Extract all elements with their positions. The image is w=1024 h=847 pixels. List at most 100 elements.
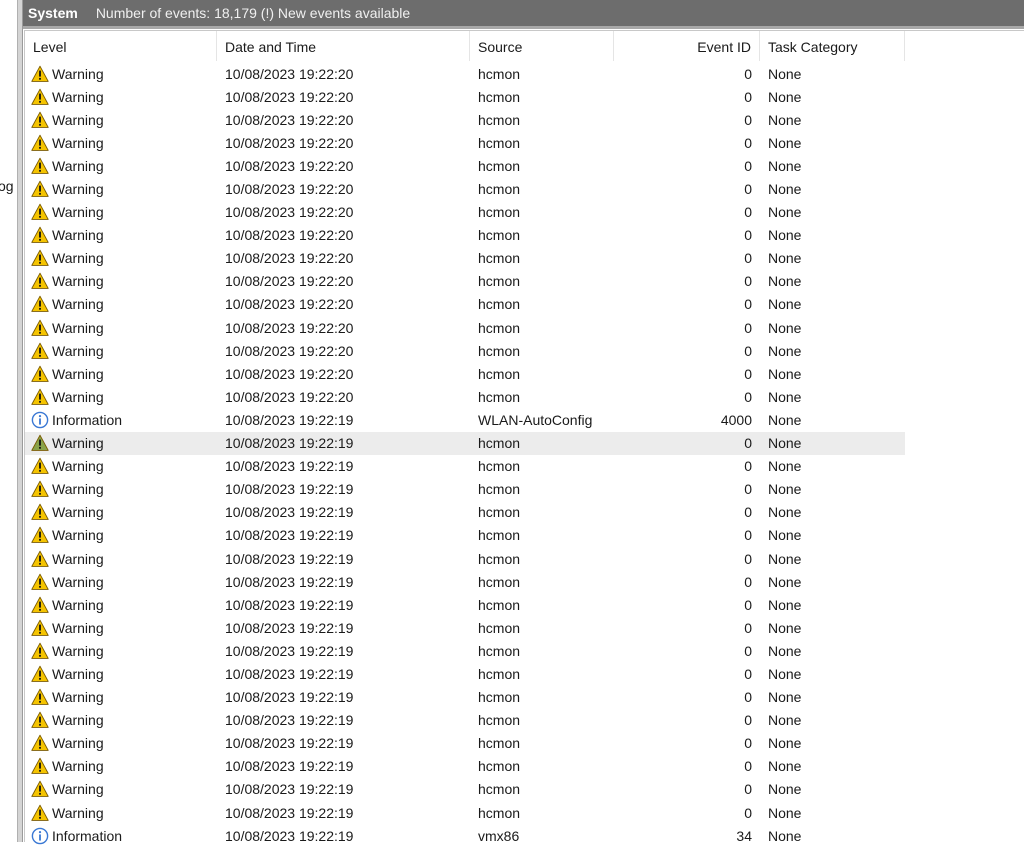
table-row[interactable]: Warning 10/08/2023 19:22:20 hcmon 0 None	[25, 62, 905, 85]
source-cell: hcmon	[478, 550, 521, 567]
warning-icon	[31, 134, 52, 152]
task-category-cell: None	[768, 781, 802, 798]
event-id-cell: 0	[744, 642, 752, 659]
column-header-level[interactable]: Level	[25, 31, 217, 61]
task-category-cell: None	[768, 435, 802, 452]
column-header-event-id[interactable]: Event ID	[614, 31, 760, 61]
level-label: Warning	[52, 157, 104, 174]
table-row[interactable]: Warning 10/08/2023 19:22:19 hcmon 0 None	[25, 524, 905, 547]
task-category-cell: None	[768, 365, 802, 382]
event-id-cell: 0	[744, 781, 752, 798]
table-row[interactable]: Warning 10/08/2023 19:22:20 hcmon 0 None	[25, 154, 905, 177]
level-cell: Warning	[25, 65, 217, 83]
level-label: Warning	[52, 596, 104, 613]
table-row[interactable]: Information 10/08/2023 19:22:19 vmx86 34 Non…	[25, 824, 905, 847]
table-row[interactable]: Warning 10/08/2023 19:22:20 hcmon 0 None	[25, 339, 905, 362]
table-row[interactable]: Warning 10/08/2023 19:22:20 hcmon 0 None	[25, 385, 905, 408]
task-category-cell: None	[768, 689, 802, 706]
source-cell: hcmon	[478, 781, 521, 798]
table-row[interactable]: Warning 10/08/2023 19:22:20 hcmon 0 None	[25, 85, 905, 108]
warning-icon	[31, 665, 52, 683]
table-row[interactable]: Warning 10/08/2023 19:22:19 hcmon 0 None	[25, 570, 905, 593]
table-row[interactable]: Warning 10/08/2023 19:22:20 hcmon 0 None	[25, 362, 905, 385]
log-name: System	[28, 5, 78, 21]
level-label: Warning	[52, 204, 104, 221]
source-cell: hcmon	[478, 573, 521, 590]
table-row[interactable]: Warning 10/08/2023 19:22:19 hcmon 0 None	[25, 501, 905, 524]
warning-icon	[31, 526, 52, 544]
date-time-cell: 10/08/2023 19:22:19	[225, 781, 354, 798]
table-row[interactable]: Warning 10/08/2023 19:22:20 hcmon 0 None	[25, 201, 905, 224]
warning-icon	[31, 804, 52, 822]
warning-icon	[31, 203, 52, 221]
table-row[interactable]: Warning 10/08/2023 19:22:19 hcmon 0 None	[25, 639, 905, 662]
warning-icon	[31, 688, 52, 706]
warning-icon	[31, 388, 52, 406]
table-row[interactable]: Warning 10/08/2023 19:22:19 hcmon 0 None	[25, 778, 905, 801]
event-list-header: Level Date and Time Source Event ID Task…	[25, 31, 905, 61]
level-label: Warning	[52, 342, 104, 359]
level-cell: Warning	[25, 804, 217, 822]
level-cell: Warning	[25, 665, 217, 683]
table-row[interactable]: Warning 10/08/2023 19:22:20 hcmon 0 None	[25, 224, 905, 247]
level-cell: Warning	[25, 226, 217, 244]
table-row[interactable]: Warning 10/08/2023 19:22:20 hcmon 0 None	[25, 177, 905, 200]
date-time-cell: 10/08/2023 19:22:19	[225, 573, 354, 590]
table-row[interactable]: Warning 10/08/2023 19:22:19 hcmon 0 None	[25, 478, 905, 501]
source-cell: hcmon	[478, 527, 521, 544]
event-id-cell: 0	[744, 596, 752, 613]
task-category-cell: None	[768, 642, 802, 659]
date-time-cell: 10/08/2023 19:22:19	[225, 642, 354, 659]
date-time-cell: 10/08/2023 19:22:20	[225, 250, 354, 267]
column-header-source[interactable]: Source	[470, 31, 614, 61]
table-row[interactable]: Warning 10/08/2023 19:22:20 hcmon 0 None	[25, 270, 905, 293]
table-row[interactable]: Warning 10/08/2023 19:22:19 hcmon 0 None	[25, 709, 905, 732]
date-time-cell: 10/08/2023 19:22:20	[225, 111, 354, 128]
task-category-cell: None	[768, 758, 802, 775]
table-row[interactable]: Warning 10/08/2023 19:22:19 hcmon 0 None	[25, 755, 905, 778]
task-category-cell: None	[768, 204, 802, 221]
task-category-cell: None	[768, 619, 802, 636]
task-category-cell: None	[768, 573, 802, 590]
table-row[interactable]: Warning 10/08/2023 19:22:19 hcmon 0 None	[25, 547, 905, 570]
table-row[interactable]: Warning 10/08/2023 19:22:19 hcmon 0 None	[25, 593, 905, 616]
date-time-cell: 10/08/2023 19:22:19	[225, 481, 354, 498]
log-title-bar: System Number of events: 18,179 (!) New …	[23, 0, 1024, 26]
level-label: Warning	[52, 481, 104, 498]
level-label: Warning	[52, 550, 104, 567]
warning-icon	[31, 711, 52, 729]
warning-icon	[31, 434, 52, 452]
event-id-cell: 4000	[720, 411, 752, 428]
level-cell: Warning	[25, 503, 217, 521]
table-row[interactable]: Warning 10/08/2023 19:22:20 hcmon 0 None	[25, 131, 905, 154]
source-cell: hcmon	[478, 388, 521, 405]
column-header-date-time[interactable]: Date and Time	[217, 31, 470, 61]
table-row[interactable]: Warning 10/08/2023 19:22:19 hcmon 0 None	[25, 431, 905, 455]
level-label: Warning	[52, 573, 104, 590]
table-row[interactable]: Warning 10/08/2023 19:22:19 hcmon 0 None	[25, 732, 905, 755]
table-row[interactable]: Warning 10/08/2023 19:22:19 hcmon 0 None	[25, 686, 905, 709]
table-row[interactable]: Warning 10/08/2023 19:22:19 hcmon 0 None	[25, 455, 905, 478]
table-row[interactable]: Warning 10/08/2023 19:22:20 hcmon 0 None	[25, 316, 905, 339]
source-cell: hcmon	[478, 689, 521, 706]
warning-icon	[31, 573, 52, 591]
table-row[interactable]: Warning 10/08/2023 19:22:19 hcmon 0 None	[25, 662, 905, 685]
event-count-status: Number of events: 18,179 (!) New events …	[95, 5, 411, 21]
table-row[interactable]: Information 10/08/2023 19:22:19 WLAN-AutoC…	[25, 408, 905, 431]
task-category-cell: None	[768, 157, 802, 174]
table-row[interactable]: Warning 10/08/2023 19:22:19 hcmon 0 None	[25, 801, 905, 824]
date-time-cell: 10/08/2023 19:22:19	[225, 596, 354, 613]
level-cell: Warning	[25, 111, 217, 129]
clipped-tree-label[interactable]: og	[0, 178, 14, 194]
table-row[interactable]: Warning 10/08/2023 19:22:20 hcmon 0 None	[25, 293, 905, 316]
level-label: Warning	[52, 250, 104, 267]
event-id-cell: 0	[744, 527, 752, 544]
table-row[interactable]: Warning 10/08/2023 19:22:20 hcmon 0 None	[25, 108, 905, 131]
table-row[interactable]: Warning 10/08/2023 19:22:19 hcmon 0 None	[25, 616, 905, 639]
task-category-cell: None	[768, 665, 802, 682]
warning-icon	[31, 272, 52, 290]
warning-icon	[31, 480, 52, 498]
task-category-cell: None	[768, 181, 802, 198]
table-row[interactable]: Warning 10/08/2023 19:22:20 hcmon 0 None	[25, 247, 905, 270]
column-header-task-category[interactable]: Task Category	[760, 31, 905, 61]
